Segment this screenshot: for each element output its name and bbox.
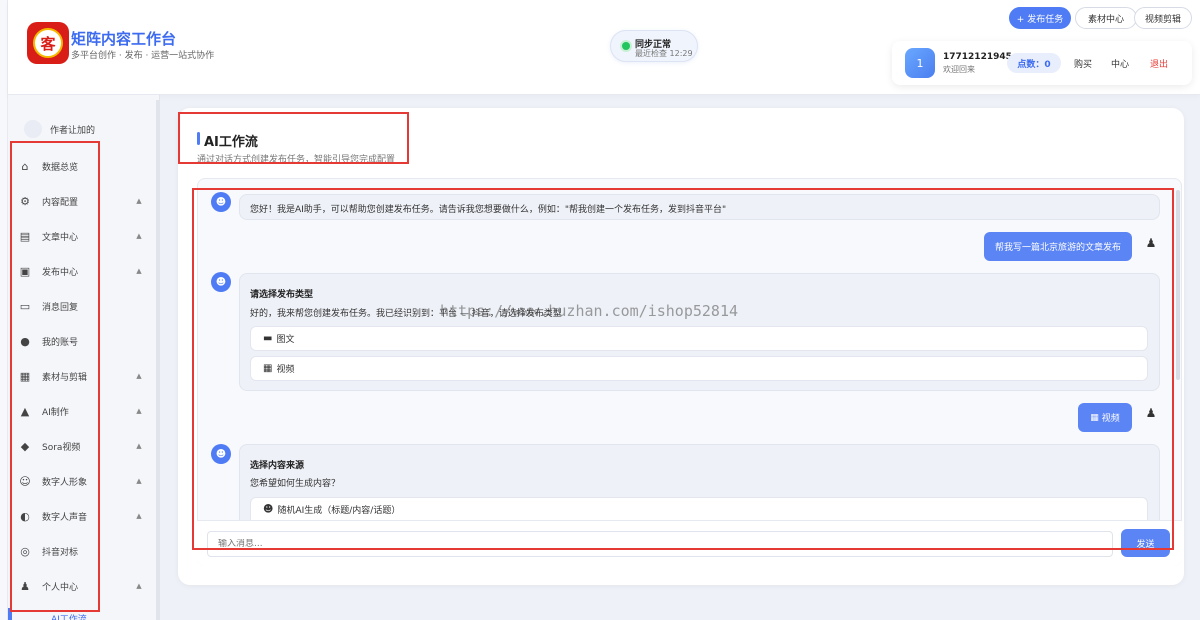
chat-scrollbar[interactable] — [1176, 190, 1180, 380]
buy-link[interactable]: 购买 — [1074, 57, 1092, 70]
window-edge-strip — [0, 0, 8, 620]
video-edit-button[interactable]: 视频剪辑 — [1134, 7, 1192, 29]
expand-arrow-icon[interactable]: ▲ — [134, 477, 144, 485]
app-title: 矩阵内容工作台 — [71, 30, 177, 48]
annotation-frame-title — [178, 112, 409, 164]
user-card: 1 17712121945 欢迎回来 点数：0 购买 中心 退出 — [892, 41, 1192, 85]
expand-arrow-icon[interactable]: ▲ — [134, 407, 144, 415]
expand-arrow-icon[interactable]: ▲ — [134, 267, 144, 275]
app-subtitle: 多平台创作 · 发布 · 运营一站式协作 — [71, 51, 215, 61]
sidebar-item-ai-workflow[interactable]: AI工作流 — [51, 612, 87, 620]
material-center-button[interactable]: 素材中心 — [1075, 7, 1137, 29]
expand-arrow-icon[interactable]: ▲ — [134, 197, 144, 205]
annotation-frame-chat — [192, 188, 1174, 550]
sync-status: 同步正常 最近检查 12:29 — [610, 30, 698, 62]
user-welcome: 欢迎回来 — [943, 65, 975, 74]
logout-link[interactable]: 退出 — [1150, 57, 1168, 70]
expand-arrow-icon[interactable]: ▲ — [134, 442, 144, 450]
sidebar-item-author[interactable]: 作者让加的 — [24, 119, 144, 139]
points-badge[interactable]: 点数：0 — [1007, 53, 1061, 73]
publish-task-button[interactable]: + 发布任务 — [1009, 7, 1071, 29]
avatar[interactable]: 1 — [905, 48, 935, 78]
user-phone: 17712121945 — [943, 52, 1012, 62]
sidebar-scrollbar[interactable] — [156, 100, 160, 620]
expand-arrow-icon[interactable]: ▲ — [134, 232, 144, 240]
author-avatar-icon — [24, 120, 42, 138]
annotation-frame-sidebar — [10, 141, 100, 612]
sync-ok-icon — [622, 42, 630, 50]
user-center-link[interactable]: 中心 — [1111, 57, 1129, 70]
expand-arrow-icon[interactable]: ▲ — [134, 582, 144, 590]
expand-arrow-icon[interactable]: ▲ — [134, 372, 144, 380]
expand-arrow-icon[interactable]: ▲ — [134, 512, 144, 520]
sync-time: 最近检查 12:29 — [635, 49, 693, 58]
logo-mark: 客 — [33, 28, 63, 58]
app-logo: 客 — [27, 22, 69, 64]
sidebar-item-label: 作者让加的 — [50, 125, 96, 136]
